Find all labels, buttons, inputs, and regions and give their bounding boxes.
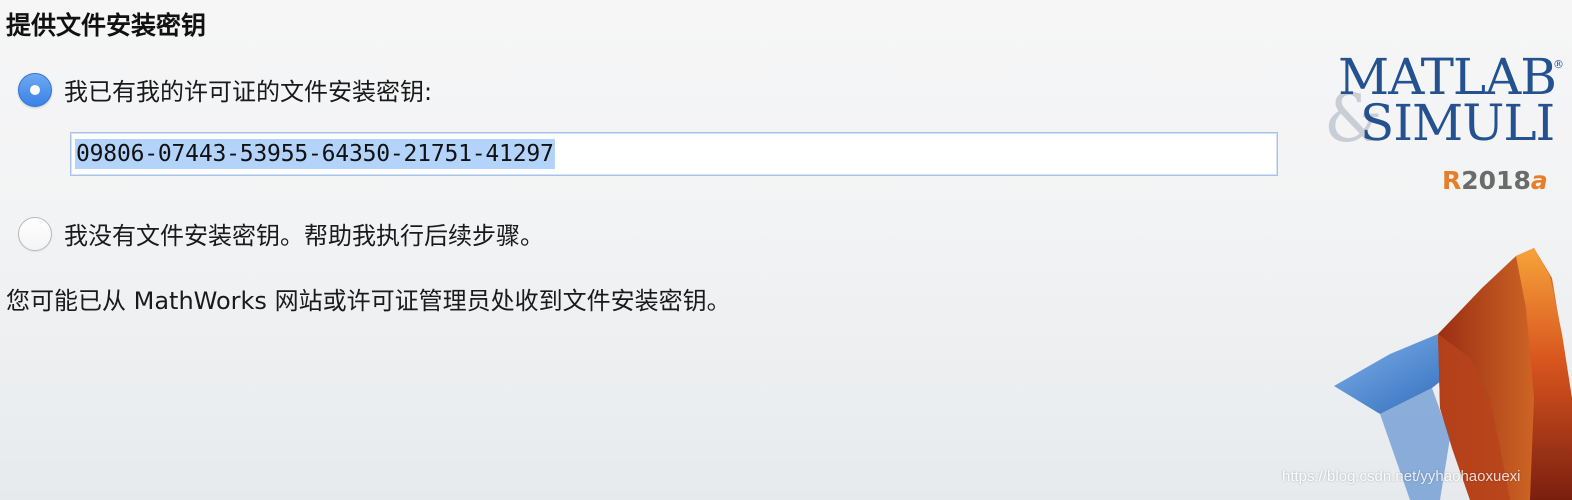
option-have-key-label: 我已有我的许可证的文件安装密钥:	[64, 78, 433, 106]
option-have-key[interactable]: 我已有我的许可证的文件安装密钥:	[18, 72, 432, 107]
dialog-title: 提供文件安装密钥	[6, 11, 207, 40]
installation-key-value: 09806-07443-53955-64350-21751-41297	[75, 139, 555, 169]
watermark-text: https://blog.csdn.net/yyhaohaoxuexi	[1282, 468, 1521, 485]
option-no-key[interactable]: 我没有文件安装密钥。帮助我执行后续步骤。	[18, 216, 544, 251]
release-year: 2018	[1461, 166, 1531, 195]
radio-no-key[interactable]	[18, 216, 52, 251]
option-no-key-label: 我没有文件安装密钥。帮助我执行后续步骤。	[64, 222, 544, 250]
matlab-membrane-icon	[1334, 248, 1572, 500]
helper-text: 您可能已从 MathWorks 网站或许可证管理员处收到文件安装密钥。	[6, 287, 731, 315]
release-suffix: a	[1530, 166, 1548, 195]
radio-have-key[interactable]	[18, 72, 52, 107]
logo-simulink-text: SIMULI	[1360, 94, 1555, 152]
installation-key-input[interactable]: 09806-07443-53955-64350-21751-41297	[70, 132, 1278, 176]
release-label: R2018a	[1442, 166, 1548, 195]
matlab-simulink-logo: & MATLAB ® SIMULI R2018a	[1324, 48, 1572, 208]
logo-registered-mark: ®	[1553, 58, 1564, 71]
release-r: R	[1442, 166, 1462, 195]
